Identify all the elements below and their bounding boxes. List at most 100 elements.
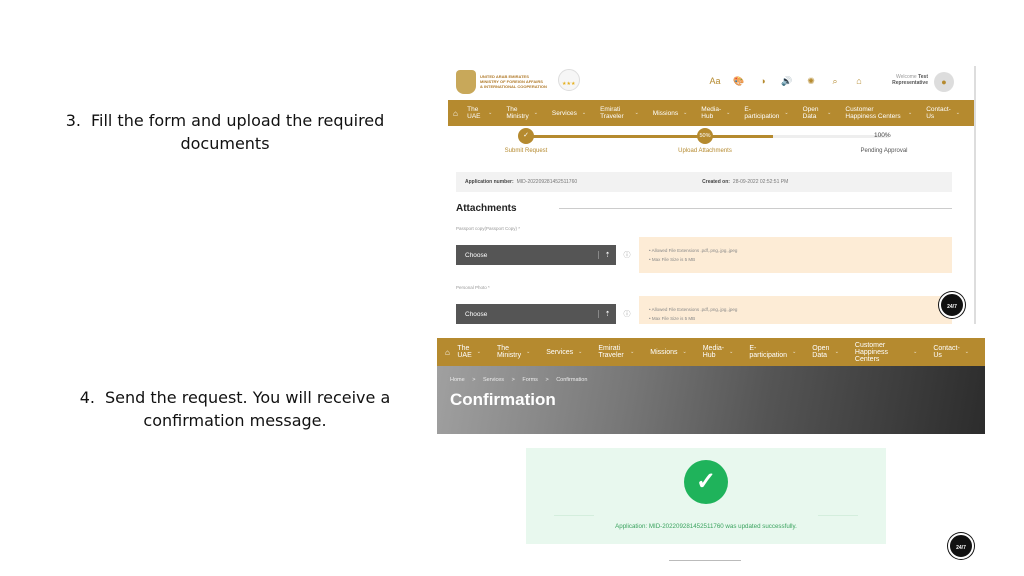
success-message: Application: MID-202209281452511760 was … <box>615 523 797 530</box>
step-4-instruction: 4. Send the request. You will receive a c… <box>79 388 391 430</box>
divider <box>818 515 858 516</box>
chevron-down-icon: ⌄ <box>834 348 839 355</box>
upload-icon: ⇡ <box>598 310 616 318</box>
chevron-down-icon: ⌄ <box>581 109 587 116</box>
info-icon[interactable]: ⓘ <box>620 250 634 260</box>
chevron-down-icon: ⌄ <box>634 109 639 116</box>
settings-icon[interactable]: ✺ <box>799 76 823 87</box>
divider <box>558 208 952 209</box>
nav-home-icon[interactable]: ⌂ <box>453 109 467 117</box>
photo-upload-row: Choose ⇡ ⓘ • Allowed File Extensions .pdf… <box>456 296 952 324</box>
nav-item-media-hub[interactable]: Media-Hub ⌄ <box>703 345 734 359</box>
step-pending-node: 100% <box>874 132 891 139</box>
nav-item-emirati-traveler[interactable]: Emirati Traveler ⌄ <box>598 345 634 359</box>
step-3-instruction: 3. Fill the form and upload the required … <box>65 111 385 153</box>
chevron-down-icon: ⌄ <box>908 109 913 116</box>
breadcrumb-forms[interactable]: Forms <box>522 377 538 383</box>
main-nav: ⌂ The UAE ⌄ The Ministry ⌄ Services ⌄ Emira… <box>448 100 974 126</box>
support-chat-headset-icon[interactable]: 24/7 <box>948 533 974 559</box>
success-message-box: ✓ Application: MID-202209281452511760 wa… <box>526 448 886 544</box>
divider <box>669 560 741 561</box>
progress-tracker: ✓ 50% 100% Submit Request Upload Attachm… <box>448 126 974 168</box>
photo-field-label: Personal Photo * <box>456 285 490 290</box>
nav-item-e-participation[interactable]: E-participation ⌄ <box>744 106 788 120</box>
passport-choose-button[interactable]: Choose ⇡ <box>456 245 616 265</box>
divider <box>554 515 594 516</box>
nav-item-customer-happiness[interactable]: Customer Happiness Centers ⌄ <box>855 342 917 363</box>
chevron-down-icon: ⌄ <box>792 348 797 355</box>
nav-item-open-data[interactable]: Open Data ⌄ <box>803 106 832 120</box>
nav-item-customer-happiness[interactable]: Customer Happiness Centers ⌄ <box>845 106 912 120</box>
chevron-down-icon: ⌄ <box>726 109 731 116</box>
nav-item-e-participation[interactable]: E-participation ⌄ <box>749 345 796 359</box>
page-banner: Home > Services > Forms > Confirmation C… <box>437 366 985 434</box>
chevron-down-icon: ⌄ <box>964 348 969 355</box>
chevron-down-icon: ⌄ <box>526 348 531 355</box>
support-chat-headset-icon[interactable]: 24/7 <box>939 292 965 318</box>
chevron-down-icon: ⌄ <box>955 109 960 116</box>
ministry-logo-text: United Arab Emirates Ministry of Foreign… <box>480 74 547 89</box>
passport-field-label: Passport copy(Passport Copy) * <box>456 226 521 231</box>
nav-item-services[interactable]: Services ⌄ <box>552 110 586 117</box>
progress-fill <box>526 135 773 138</box>
chevron-down-icon: ⌄ <box>630 348 635 355</box>
nav-item-the-uae[interactable]: The UAE ⌄ <box>457 345 481 359</box>
chevron-down-icon: ⌄ <box>488 109 493 116</box>
step-submit-label: Submit Request <box>504 148 548 154</box>
step-upload-node: 50% <box>697 128 713 144</box>
star-rating-badge <box>558 69 580 91</box>
confirmation-screenshot: ⌂ The UAE ⌄ The Ministry ⌄ Services ⌄ Emira… <box>437 338 985 576</box>
application-info-bar: Application number: MID-20220928145251​17… <box>456 172 952 192</box>
font-size-icon[interactable]: Aa <box>703 76 727 87</box>
created-date: 28-09-2022 02:52:51 PM <box>732 179 789 185</box>
chevron-down-icon: ⌄ <box>913 348 918 355</box>
contrast-icon[interactable]: ◑ <box>751 76 775 87</box>
file-requirements-note: • Allowed File Extensions .pdf,.png,.jpg… <box>639 237 952 273</box>
nav-item-media-hub[interactable]: Media-Hub ⌄ <box>701 106 730 120</box>
success-check-icon: ✓ <box>684 460 728 504</box>
attachments-heading: Attachments <box>456 203 952 214</box>
breadcrumb-services[interactable]: Services <box>483 377 504 383</box>
step-submit-node: ✓ <box>518 128 534 144</box>
application-number: MID-20220928145251​1760 <box>516 179 578 185</box>
nav-home-icon[interactable]: ⌂ <box>445 348 457 356</box>
nav-item-open-data[interactable]: Open Data ⌄ <box>812 345 839 359</box>
nav-item-missions[interactable]: Missions ⌄ <box>653 110 688 117</box>
nav-item-the-ministry[interactable]: The Ministry ⌄ <box>506 106 538 120</box>
accessibility-toolbar: Aa 🎨 ◑ 🔊 ✺ ⌕ ⌂ <box>703 76 871 87</box>
nav-item-emirati-traveler[interactable]: Emirati Traveler ⌄ <box>600 106 639 120</box>
chevron-down-icon: ⌄ <box>827 109 832 116</box>
nav-item-contact-us[interactable]: Contact-Us ⌄ <box>926 106 960 120</box>
search-icon[interactable]: ⌕ <box>823 76 847 87</box>
upload-form-screenshot: United Arab Emirates Ministry of Foreign… <box>448 66 976 324</box>
user-avatar-icon[interactable]: ● <box>934 72 954 92</box>
nav-item-the-ministry[interactable]: The Ministry ⌄ <box>497 345 530 359</box>
chevron-down-icon: ⌄ <box>729 348 734 355</box>
welcome-text: Welcome Test Representative <box>892 74 928 86</box>
nav-item-the-uae[interactable]: The UAE ⌄ <box>467 106 492 120</box>
breadcrumb: Home > Services > Forms > Confirmation <box>450 377 588 383</box>
chevron-down-icon: ⌄ <box>533 109 538 116</box>
passport-upload-row: Choose ⇡ ⓘ • Allowed File Extensions .pdf… <box>456 237 952 273</box>
speaker-icon[interactable]: 🔊 <box>775 76 799 87</box>
file-requirements-note: • Allowed File Extensions .pdf,.png,.jpg… <box>639 296 952 324</box>
theme-palette-icon[interactable]: 🎨 <box>727 76 751 87</box>
chevron-down-icon: ⌄ <box>578 348 583 355</box>
chevron-down-icon: ⌄ <box>476 348 481 355</box>
site-header: United Arab Emirates Ministry of Foreign… <box>448 66 974 100</box>
info-icon[interactable]: ⓘ <box>620 309 634 319</box>
main-nav: ⌂ The UAE ⌄ The Ministry ⌄ Services ⌄ Emira… <box>437 338 985 366</box>
uae-emblem-logo <box>456 70 476 94</box>
chevron-down-icon: ⌄ <box>784 109 789 116</box>
breadcrumb-home[interactable]: Home <box>450 377 465 383</box>
chevron-down-icon: ⌄ <box>682 348 687 355</box>
chevron-down-icon: ⌄ <box>683 109 688 116</box>
nav-item-services[interactable]: Services ⌄ <box>546 349 582 356</box>
page-title: Confirmation <box>450 390 556 409</box>
nav-item-contact-us[interactable]: Contact-Us ⌄ <box>933 345 969 359</box>
step-upload-label: Upload Attachments <box>678 148 732 154</box>
nav-item-missions[interactable]: Missions ⌄ <box>650 349 686 356</box>
upload-icon: ⇡ <box>598 251 616 259</box>
photo-choose-button[interactable]: Choose ⇡ <box>456 304 616 324</box>
breadcrumb-confirmation: Confirmation <box>556 377 588 383</box>
